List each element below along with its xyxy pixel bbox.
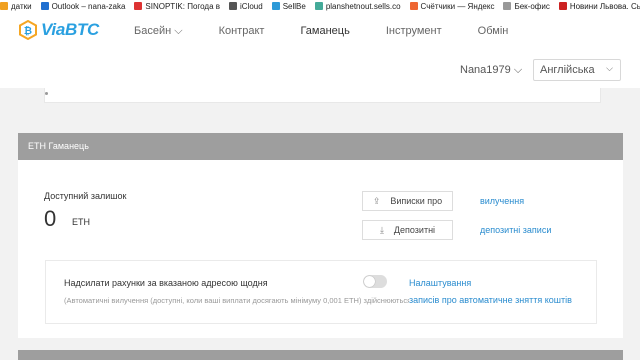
site-header: ₿ ViaBTC Басейн ⌵ Контракт Гаманець Інст…: [0, 12, 640, 88]
bookmark-item[interactable]: iCloud: [229, 2, 263, 11]
bookmark-item[interactable]: SINOPTIK: Погода в: [134, 2, 220, 11]
bitcoin-logo-icon: ₿: [19, 20, 37, 40]
bookmark-label: planshetnout.sells.co: [325, 1, 401, 11]
yandex-metrica-icon: [409, 2, 418, 10]
bookmark-item[interactable]: Счётчики — Яндекс: [409, 1, 495, 11]
statements-label: Виписки про: [390, 196, 443, 206]
viabtc-logo[interactable]: ₿ ViaBTC: [18, 20, 99, 40]
globe-icon: [314, 2, 323, 10]
bookmark-label: SellBe: [282, 1, 306, 11]
bookmark-item[interactable]: SellBe: [271, 1, 306, 11]
bookmark-label: Outlook – nana-zaka: [51, 1, 126, 11]
bookmark-label: Бек-офис: [514, 1, 550, 11]
withdrawals-link[interactable]: вилучення: [480, 196, 524, 206]
language-value: Англійська: [540, 64, 595, 76]
user-menu[interactable]: Nana1979 ⌵: [460, 64, 522, 77]
upload-icon: ⇪: [372, 195, 381, 206]
main-nav: Басейн ⌵ Контракт Гаманець Інструмент Об…: [134, 25, 544, 38]
apple-icon: [229, 2, 237, 10]
auto-withdraw-records-link[interactable]: записів про автоматичне зняття коштів: [409, 295, 574, 305]
toggle-knob: [364, 276, 375, 287]
bookmark-item[interactable]: Outlook – nana-zaka: [40, 1, 126, 11]
statements-button[interactable]: ⇪ Виписки про: [362, 191, 453, 211]
nav-wallet[interactable]: Гаманець: [300, 25, 349, 38]
news-icon: [558, 2, 567, 10]
page-icon: [503, 2, 512, 10]
nav-pool[interactable]: Басейн ⌵: [134, 25, 183, 38]
bookmark-label: Новини Львова. Сьо: [569, 1, 640, 11]
auto-withdraw-title: Надсилати рахунки за вказаною адресою що…: [64, 278, 268, 288]
bookmark-item[interactable]: Бек-офис: [503, 1, 550, 11]
bookmark-item[interactable]: датки: [0, 2, 32, 11]
panel-title: ETH Гаманець: [18, 133, 623, 160]
language-select[interactable]: Англійська ⌵: [533, 59, 621, 81]
outlook-icon: [40, 2, 49, 10]
bookmark-item[interactable]: Новини Львова. Сьо: [558, 1, 640, 11]
svg-text:₿: ₿: [24, 25, 32, 37]
balance-value: 0: [44, 206, 57, 231]
next-panel-header: [18, 350, 623, 360]
eth-wallet-panel: ETH Гаманець Доступний залишок 0 ETH ⇪ В…: [18, 133, 623, 338]
logo-text: ViaBTC: [41, 20, 100, 39]
deposit-records-link[interactable]: депозитні записи: [480, 225, 551, 235]
bullet-icon: [45, 92, 48, 95]
nav-exchange[interactable]: Обмін: [478, 25, 509, 38]
balance-unit: ETH: [72, 217, 90, 227]
deposit-button[interactable]: ⤓ Депозитні: [362, 220, 453, 240]
auto-withdraw-card: Надсилати рахунки за вказаною адресою що…: [45, 260, 597, 324]
bookmark-icon: [0, 2, 8, 10]
download-icon: ⤓: [379, 224, 384, 235]
previous-card: [44, 88, 601, 103]
balance-label: Доступний залишок: [44, 191, 127, 201]
chevron-down-icon: ⌵: [606, 63, 613, 73]
auto-withdraw-toggle[interactable]: [363, 275, 387, 288]
settings-link[interactable]: Налаштування: [409, 278, 472, 288]
bookmark-label: SINOPTIK: Погода в: [145, 1, 220, 11]
deposit-label: Депозитні: [393, 225, 436, 235]
nav-tools[interactable]: Інструмент: [386, 25, 442, 38]
bookmark-label: iCloud: [240, 1, 263, 11]
sinoptik-icon: [134, 2, 143, 10]
bookmark-item[interactable]: planshetnout.sells.co: [314, 1, 401, 11]
bookmark-label: Счётчики — Яндекс: [420, 1, 495, 11]
sellbe-icon: [271, 2, 280, 10]
bookmark-label: датки: [11, 1, 32, 11]
nav-contract[interactable]: Контракт: [219, 25, 265, 38]
